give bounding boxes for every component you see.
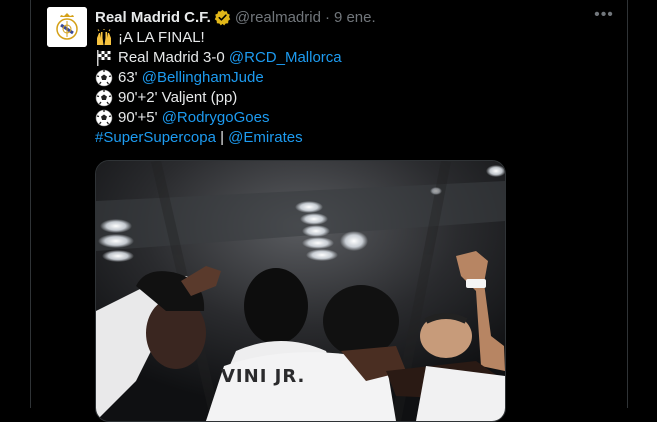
tweet-line-text: 63' bbox=[118, 69, 142, 86]
handle[interactable]: @realmadrid bbox=[235, 9, 321, 26]
chequered-flag-icon bbox=[97, 50, 111, 66]
soccer-ball-icon bbox=[95, 109, 113, 127]
jersey-name: VINI JR. bbox=[221, 366, 306, 387]
mention-link[interactable]: @Emirates bbox=[228, 128, 302, 148]
tweet-line: 90'+2' Valjent (pp) bbox=[95, 88, 615, 108]
tweet-line-text: ¡A LA FINAL! bbox=[118, 29, 205, 46]
tweet-line: Real Madrid 3-0 @RCD_Mallorca bbox=[95, 48, 615, 68]
timeline-border-right bbox=[627, 0, 628, 408]
separator-dot: · bbox=[324, 8, 330, 26]
mention-link[interactable]: @RodrygoGoes bbox=[162, 108, 270, 128]
tweet-text: ¡A LA FINAL! Real Madrid 3-0 @RCD_Mallor… bbox=[95, 28, 615, 148]
tweet-line-text: 90'+2' Valjent (pp) bbox=[118, 89, 238, 106]
raised-hands-icon bbox=[97, 29, 111, 45]
more-icon[interactable]: ••• bbox=[594, 7, 614, 25]
timestamp[interactable]: 9 ene. bbox=[334, 9, 376, 26]
tweet-line-separator: | bbox=[215, 129, 229, 146]
mention-link[interactable]: @BellinghamJude bbox=[142, 68, 264, 88]
tweet-photo[interactable]: VINI JR. bbox=[95, 160, 506, 422]
tweet-line: ¡A LA FINAL! bbox=[95, 28, 615, 48]
real-madrid-crest-icon bbox=[47, 7, 87, 47]
display-name[interactable]: Real Madrid C.F. bbox=[95, 9, 211, 26]
soccer-ball-icon bbox=[95, 69, 113, 87]
mention-link[interactable]: @RCD_Mallorca bbox=[229, 48, 342, 68]
timeline-border-left bbox=[30, 0, 31, 408]
tweet-line: 63' @BellinghamJude bbox=[95, 68, 615, 88]
hashtag-link[interactable]: #SuperSupercopa bbox=[95, 128, 216, 148]
tweet-line: #SuperSupercopa | @Emirates bbox=[95, 128, 615, 148]
avatar[interactable] bbox=[47, 7, 87, 47]
tweet-header: Real Madrid C.F. @realmadrid · 9 ene. bbox=[95, 7, 376, 27]
tweet-line-text: 90'+5' bbox=[118, 109, 162, 126]
tweet-line-text: Real Madrid 3-0 bbox=[118, 49, 229, 66]
verified-badge-icon bbox=[214, 9, 231, 25]
soccer-ball-icon bbox=[95, 89, 113, 107]
tweet-line: 90'+5' @RodrygoGoes bbox=[95, 108, 615, 128]
